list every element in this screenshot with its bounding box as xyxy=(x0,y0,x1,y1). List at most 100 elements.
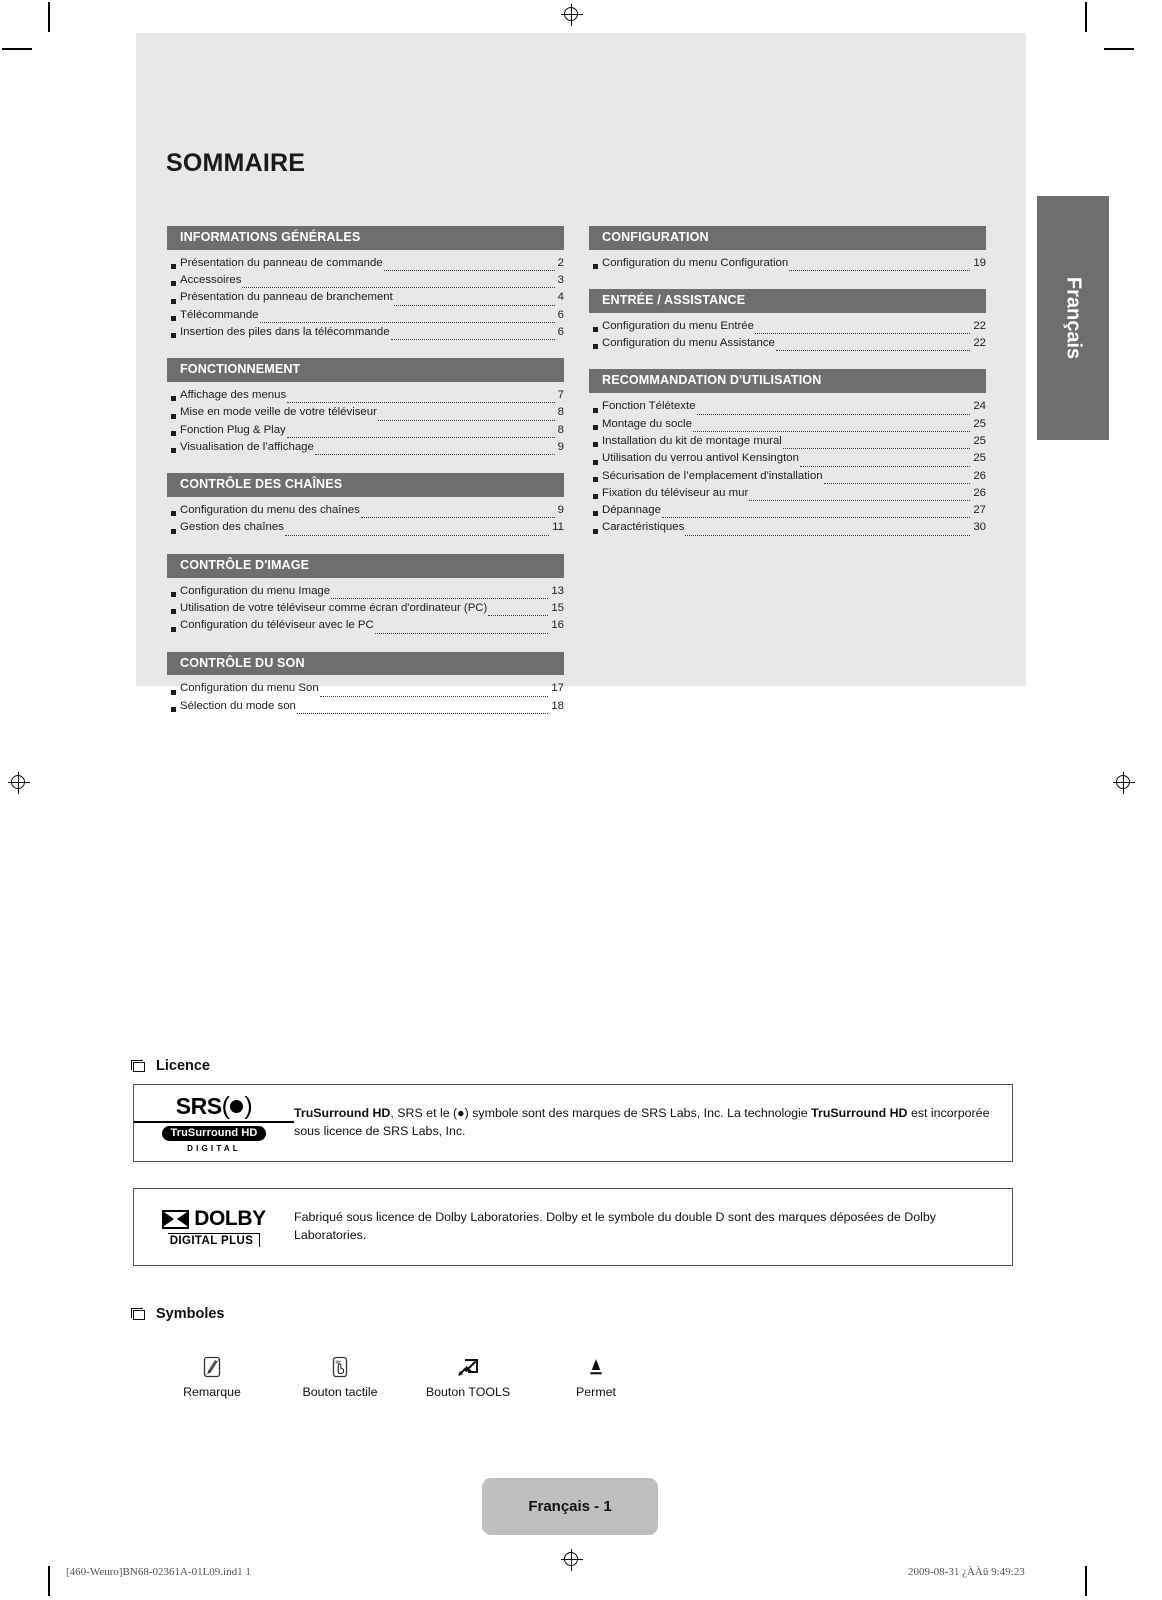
toc-entry[interactable]: Mise en mode veille de votre téléviseur 8 xyxy=(164,404,564,421)
toc-entry[interactable]: Gestion des chaînes 11 xyxy=(164,519,564,536)
toc-entry-label: Affichage des menus xyxy=(180,389,287,402)
toc-entry[interactable]: Montage du socle 25 xyxy=(586,416,986,433)
leader-dots xyxy=(799,457,971,467)
toc-entry[interactable]: Utilisation de votre téléviseur comme éc… xyxy=(164,600,564,617)
page-number-label: Français - 1 xyxy=(528,1498,612,1515)
toc-entry[interactable]: Dépannage 27 xyxy=(586,502,986,519)
licence-box-dolby: DOLBY DIGITAL PLUS Fabriqué sous licence… xyxy=(133,1188,1013,1266)
toc-entry[interactable]: Fonction Plug & Play 8 xyxy=(164,422,564,439)
square-bullet-icon xyxy=(171,316,176,322)
toc-entry[interactable]: Configuration du menu des chaînes 9 xyxy=(164,502,564,519)
dolby-logo-wordmark: DOLBY xyxy=(162,1207,266,1231)
toc-entry[interactable]: Configuration du menu Assistance 22 xyxy=(586,335,986,352)
toc-entry-page: 9 xyxy=(557,504,564,517)
toc-entry-label: Montage du socle xyxy=(602,417,692,430)
press-enter-icon xyxy=(588,1348,604,1378)
toc-entry[interactable]: Affichage des menus 7 xyxy=(164,387,564,404)
toc-entry[interactable]: Présentation du panneau de branchement 4 xyxy=(164,289,564,306)
symbols-heading-label: Symboles xyxy=(156,1306,225,1322)
page-number-badge: Français - 1 xyxy=(482,1478,658,1535)
toc-entry[interactable]: Présentation du panneau de commande 2 xyxy=(164,255,564,272)
leader-dots xyxy=(360,509,555,519)
toc-entry-list: Fonction Télétexte 24 Montage du socle 25 In… xyxy=(586,393,986,537)
square-bullet-icon xyxy=(593,407,598,413)
toc-entry[interactable]: Accessoires 3 xyxy=(164,272,564,289)
symbol-label: Bouton tactile xyxy=(302,1385,378,1399)
srs-logo-sub: DIGITAL xyxy=(187,1143,241,1153)
toc-section-heading: CONTRÔLE D'IMAGE xyxy=(164,553,564,578)
symbol-item: Bouton TOOLS xyxy=(404,1348,532,1399)
toc-entry-page: 8 xyxy=(557,423,564,436)
licence-text-span: symbole sont des marques de SRS Labs, In… xyxy=(468,1106,812,1121)
toc-entry[interactable]: Configuration du menu Son 17 xyxy=(164,680,564,697)
toc-entry-page: 26 xyxy=(973,469,986,482)
toc-entry-page: 26 xyxy=(973,486,986,499)
leader-dots xyxy=(754,325,971,335)
toc-section-heading: CONTRÔLE DES CHAÎNES xyxy=(164,473,564,498)
toc-entry-label: Configuration du téléviseur avec le PC xyxy=(180,619,374,632)
square-bullet-icon xyxy=(171,448,176,454)
toc-entry-list: Configuration du menu des chaînes 9 Gestio… xyxy=(164,497,564,537)
toc-entry[interactable]: Configuration du menu Configuration 19 xyxy=(586,255,986,272)
toc-entry-label: Configuration du menu Assistance xyxy=(602,337,775,350)
licence-heading-label: Licence xyxy=(156,1058,210,1074)
leader-dots xyxy=(286,429,555,439)
page-title: SOMMAIRE xyxy=(166,149,306,177)
toc-section-heading: ENTRÉE / ASSISTANCE xyxy=(586,289,986,313)
square-bullet-icon xyxy=(593,476,598,482)
toc-entry-label: Présentation du panneau de commande xyxy=(180,256,383,269)
square-bullet-icon xyxy=(171,591,176,597)
symbols-heading: Symboles xyxy=(131,1306,225,1322)
toc-entry[interactable]: Utilisation du verrou antivol Kensington… xyxy=(586,450,986,467)
touch-button-icon xyxy=(331,1348,349,1378)
toc-entry[interactable]: Configuration du menu Entrée 22 xyxy=(586,318,986,335)
language-side-tab-label: Français xyxy=(1062,276,1085,360)
toc-entry-label: Utilisation du verrou antivol Kensington xyxy=(602,452,799,465)
toc-entry[interactable]: Sélection du mode son 18 xyxy=(164,698,564,715)
toc-entry-label: Insertion des piles dans la télécommande xyxy=(180,326,390,339)
toc-entry[interactable]: Visualisation de l’affichage 9 xyxy=(164,439,564,456)
registration-mark-bottom xyxy=(561,1549,583,1571)
leader-dots xyxy=(692,423,971,432)
licence-text-span: Fabriqué sous licence de Dolby Laborator… xyxy=(294,1210,936,1242)
toc-entry-page: 22 xyxy=(973,337,986,350)
toc-entry-page: 15 xyxy=(551,601,564,614)
toc-entry[interactable]: Configuration du menu Image 13 xyxy=(164,583,564,600)
square-bullet-icon xyxy=(171,706,176,712)
toc-entry-label: Dépannage xyxy=(602,504,661,517)
crop-mark-bottom-left-vertical xyxy=(48,1566,50,1596)
toc-entry[interactable]: Caractéristiques 30 xyxy=(586,519,986,536)
toc-entry[interactable]: Fonction Télétexte 24 xyxy=(586,398,986,415)
registration-mark-left xyxy=(8,772,30,794)
toc-entry[interactable]: Insertion des piles dans la télécommande… xyxy=(164,324,564,341)
toc-entry[interactable]: Configuration du téléviseur avec le PC 16 xyxy=(164,617,564,634)
srs-logo-wordmark: SRS() xyxy=(175,1091,253,1120)
toc-entry-label: Sélection du mode son xyxy=(180,699,296,712)
licence-text-span: (●) xyxy=(453,1106,469,1121)
toc-entry-label: Installation du kit de montage mural xyxy=(602,434,782,447)
toc-entry-list: Configuration du menu Son 17 Sélection du … xyxy=(164,675,564,715)
leader-dots xyxy=(242,279,555,289)
crop-mark-top-right-vertical xyxy=(1085,2,1087,32)
toc-entry[interactable]: Installation du kit de montage mural 25 xyxy=(586,433,986,450)
toc-section-heading: FONCTIONNEMENT xyxy=(164,358,564,383)
square-bullet-icon xyxy=(171,431,176,437)
symbol-item: Permet xyxy=(532,1348,660,1399)
toc-entry-label: Fixation du téléviseur au mur xyxy=(602,486,749,499)
square-bullet-icon xyxy=(171,281,176,287)
toc-entry-label: Configuration du menu Image xyxy=(180,584,331,597)
srs-logo-pill: TruSurround HD xyxy=(161,1125,267,1141)
leader-dots xyxy=(377,412,555,421)
srs-circle-icon xyxy=(230,1099,244,1113)
bullet-square-icon xyxy=(131,1060,145,1072)
toc-entry[interactable]: Sécurisation de l’emplacement d'installa… xyxy=(586,468,986,485)
registration-mark-top xyxy=(561,4,583,26)
square-bullet-icon xyxy=(171,511,176,517)
leader-dots xyxy=(314,446,555,456)
leader-dots xyxy=(789,262,971,272)
square-bullet-icon xyxy=(171,626,176,632)
square-bullet-icon xyxy=(593,442,598,448)
toc-entry-label: Gestion des chaînes xyxy=(180,521,284,534)
toc-entry[interactable]: Fixation du téléviseur au mur 26 xyxy=(586,485,986,502)
toc-entry[interactable]: Télécommande 6 xyxy=(164,307,564,324)
